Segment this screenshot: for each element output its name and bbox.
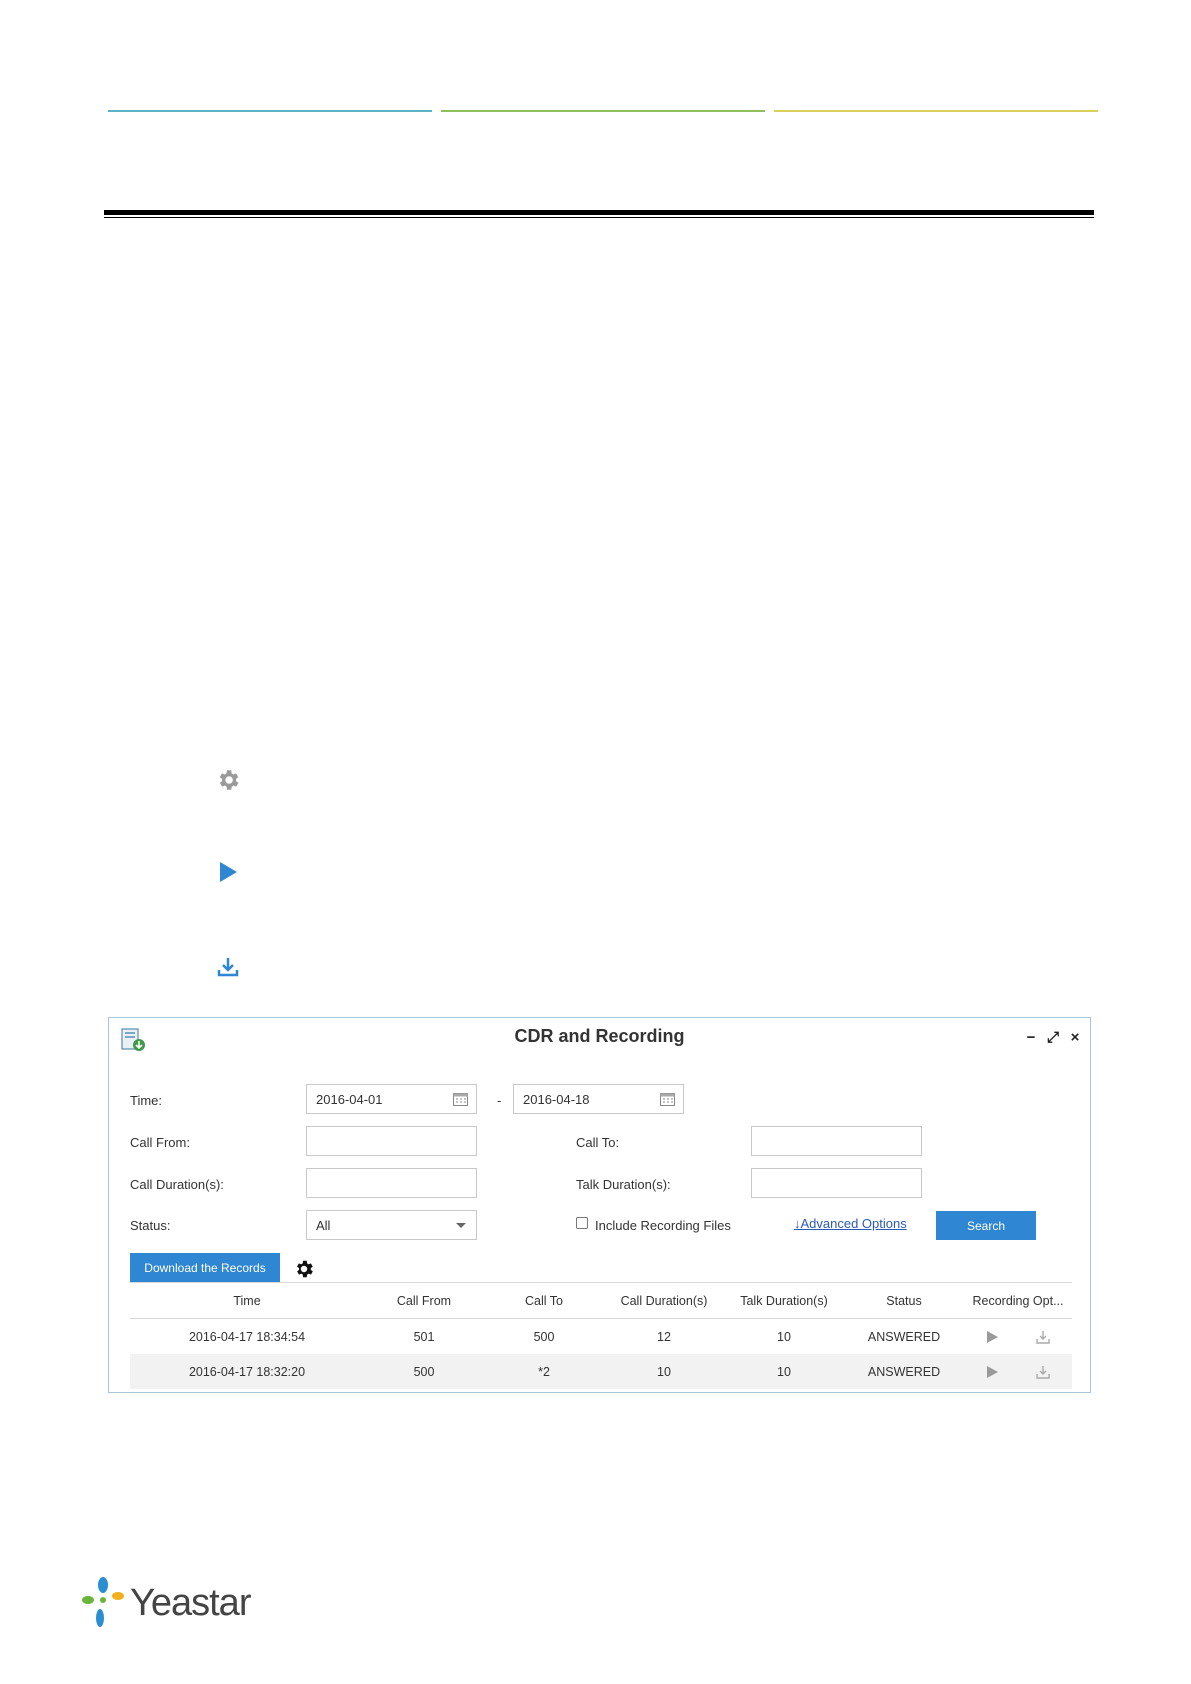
cell-talk-duration: 10 [777,1329,791,1344]
cdr-recording-window: CDR and Recording − ⤢ × Time: 2016-04-01… [108,1017,1091,1393]
cell-call-to: 500 [533,1329,555,1344]
time-separator: - [497,1093,502,1108]
cell-call-to: *2 [484,1354,604,1389]
play-icon [214,858,242,886]
time-to-field[interactable]: 2016-04-18 [513,1084,684,1114]
cell-call-from: 501 [413,1329,435,1344]
column-header-recording-options[interactable]: Recording Opt... [964,1282,1072,1319]
call-from-input[interactable] [306,1126,477,1156]
window-title: CDR and Recording [514,1026,685,1046]
minimize-icon[interactable]: − [1024,1029,1038,1046]
call-to-input[interactable] [751,1126,922,1156]
include-recording-label[interactable]: Include Recording Files [595,1218,731,1233]
calendar-icon[interactable] [660,1092,675,1106]
time-from-field[interactable]: 2016-04-01 [306,1084,477,1114]
column-header-call-from[interactable]: Call From [364,1282,484,1319]
header-rule-teal [108,110,432,112]
talk-duration-label: Talk Duration(s): [576,1177,671,1192]
call-to-label: Call To: [576,1135,620,1150]
cell-status: ANSWERED [844,1354,964,1389]
window-controls: − ⤢ × [1024,1029,1082,1046]
column-header-call-to[interactable]: Call To [484,1282,604,1319]
header-rule-green [441,110,765,112]
play-recording-icon[interactable] [985,1330,999,1344]
cell-call-duration: 10 [604,1354,724,1389]
call-duration-label: Call Duration(s): [130,1177,224,1192]
section-rule-thin [104,217,1094,218]
table-row[interactable]: 2016-04-17 18:34:54 501 500 12 10 ANSWER… [130,1319,1072,1355]
gear-icon [214,766,242,794]
close-icon[interactable]: × [1068,1029,1082,1046]
calendar-icon[interactable] [453,1092,468,1106]
column-header-status[interactable]: Status [844,1282,964,1319]
status-selected-value: All [316,1217,331,1233]
status-select[interactable]: All [306,1210,477,1240]
cell-call-duration: 12 [657,1329,671,1344]
play-recording-icon[interactable] [985,1365,999,1379]
cell-time: 2016-04-17 18:34:54 [188,1329,306,1344]
call-from-label: Call From: [130,1135,190,1150]
yeastar-mark-icon [82,1577,124,1627]
column-header-talk-duration[interactable]: Talk Duration(s) [724,1282,844,1319]
yeastar-logo: Yeastar [80,1576,251,1630]
download-icon [214,953,242,981]
column-header-call-duration[interactable]: Call Duration(s) [604,1282,724,1319]
include-recording-checkbox[interactable] [576,1217,588,1229]
column-header-time[interactable]: Time [130,1282,364,1319]
table-row[interactable]: 2016-04-17 18:32:20 500 *2 10 10 ANSWERE… [130,1354,1072,1389]
time-to-value: 2016-04-18 [523,1091,590,1107]
section-rule-thick [104,210,1094,215]
cell-talk-duration: 10 [724,1354,844,1389]
cell-status: ANSWERED [867,1329,941,1344]
settings-gear-icon[interactable] [293,1258,315,1280]
maximize-icon[interactable]: ⤢ [1046,1029,1060,1046]
table-header-row: Time Call From Call To Call Duration(s) … [130,1282,1072,1319]
header-rule-yellow [774,110,1098,112]
cell-recording-options [964,1319,1072,1355]
status-label: Status: [130,1218,171,1233]
cell-time: 2016-04-17 18:32:20 [130,1354,364,1389]
talk-duration-input[interactable] [751,1168,922,1198]
advanced-options-link[interactable]: ↓Advanced Options [794,1216,907,1231]
time-label: Time: [130,1093,163,1108]
time-from-value: 2016-04-01 [316,1091,383,1107]
search-button[interactable]: Search [936,1211,1036,1240]
cell-call-from: 500 [364,1354,484,1389]
cdr-records-table: Time Call From Call To Call Duration(s) … [130,1282,1072,1389]
download-recording-icon[interactable] [1035,1329,1051,1345]
download-records-button[interactable]: Download the Records [130,1253,280,1283]
chevron-down-icon [456,1223,466,1228]
cell-recording-options [964,1354,1072,1389]
footer-brand-name: Yeastar [130,1581,251,1624]
call-duration-input[interactable] [306,1168,477,1198]
download-recording-icon[interactable] [1035,1364,1051,1380]
